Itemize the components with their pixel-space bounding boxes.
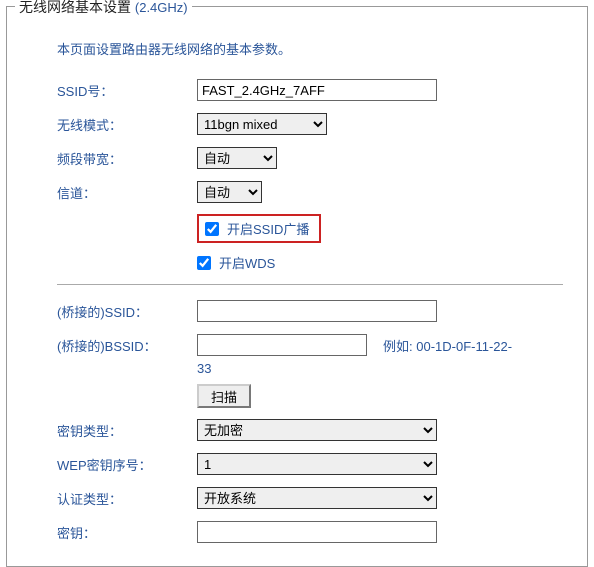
content-area: 本页面设置路由器无线网络的基本参数。 SSID号： 无线模式： 11bgn mi… xyxy=(7,15,587,566)
scan-button[interactable]: 扫描 xyxy=(197,384,251,408)
bridge-ssid-label: (桥接的)SSID： xyxy=(57,302,197,321)
ssid-broadcast-highlight: 开启SSID广播 xyxy=(197,214,321,243)
example-text: 例如: 00-1D-0F-11-22- xyxy=(383,336,512,355)
legend-title: 无线网络基本设置 xyxy=(19,0,131,15)
bridge-ssid-input[interactable] xyxy=(197,300,437,322)
ssid-broadcast-checkbox[interactable] xyxy=(205,222,219,236)
wds-label: 开启WDS xyxy=(219,253,275,272)
wep-index-select[interactable]: 1 xyxy=(197,453,437,475)
key-type-select[interactable]: 无加密 xyxy=(197,419,437,441)
example-continue: 33 xyxy=(197,361,563,376)
wireless-settings-group: 无线网络基本设置 (2.4GHz) 本页面设置路由器无线网络的基本参数。 SSI… xyxy=(6,6,588,567)
ssid-broadcast-label: 开启SSID广播 xyxy=(227,219,309,238)
ssid-input[interactable] xyxy=(197,79,437,101)
mode-label: 无线模式： xyxy=(57,115,197,134)
wds-checkbox[interactable] xyxy=(197,256,211,270)
bandwidth-label: 频段带宽： xyxy=(57,149,197,168)
legend-band: (2.4GHz) xyxy=(135,0,188,15)
ssid-label: SSID号： xyxy=(57,81,197,100)
bridge-bssid-label: (桥接的)BSSID： xyxy=(57,336,197,355)
channel-select[interactable]: 自动 xyxy=(197,181,262,203)
key-type-label: 密钥类型： xyxy=(57,421,197,440)
key-input[interactable] xyxy=(197,521,437,543)
key-label: 密钥： xyxy=(57,523,197,542)
channel-label: 信道： xyxy=(57,183,197,202)
intro-text: 本页面设置路由器无线网络的基本参数。 xyxy=(57,39,563,58)
bridge-bssid-input[interactable] xyxy=(197,334,367,356)
bandwidth-select[interactable]: 自动 xyxy=(197,147,277,169)
section-legend: 无线网络基本设置 (2.4GHz) xyxy=(15,0,192,17)
wireless-mode-select[interactable]: 11bgn mixed xyxy=(197,113,327,135)
wep-index-label: WEP密钥序号： xyxy=(57,455,197,474)
auth-type-label: 认证类型： xyxy=(57,489,197,508)
separator xyxy=(57,284,563,285)
auth-type-select[interactable]: 开放系统 xyxy=(197,487,437,509)
